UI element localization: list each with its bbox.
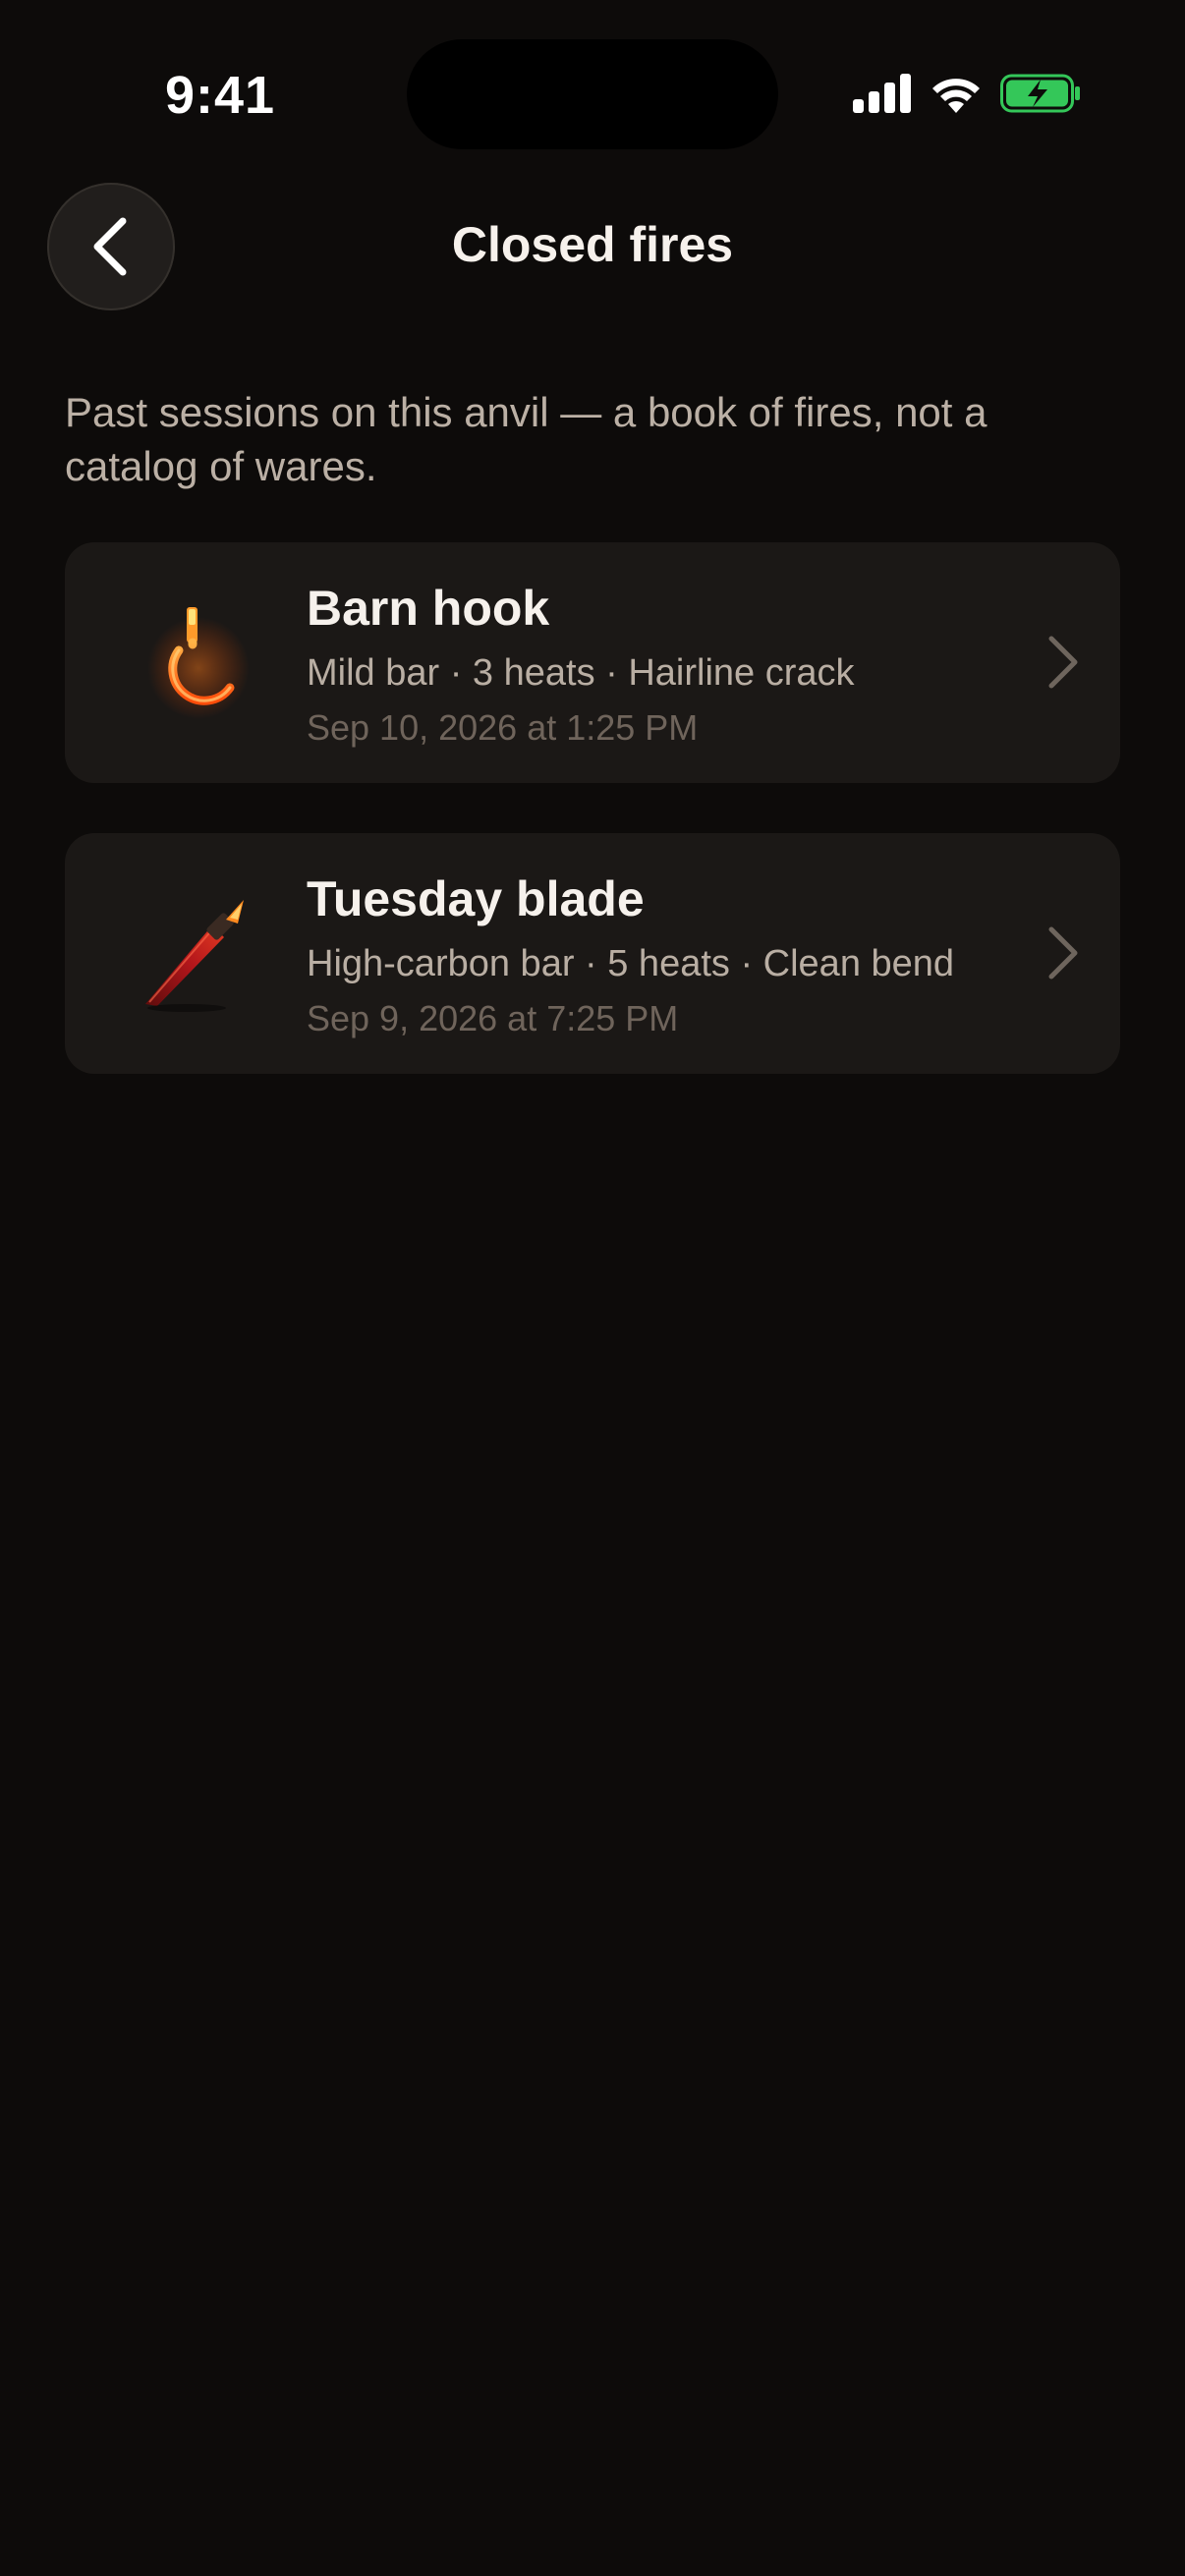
page-description: Past sessions on this anvil — a book of … (65, 389, 988, 489)
session-name: Tuesday blade (307, 871, 645, 926)
session-date: Sep 9, 2026 at 7:25 PM (307, 998, 679, 1038)
status-icons (853, 69, 1081, 118)
glowing-blade-icon (145, 900, 244, 1012)
battery-charging-icon (1000, 74, 1080, 113)
glowing-hook-icon (147, 607, 250, 719)
session-card-tuesday-blade[interactable]: Tuesday blade High-carbon bar · 5 heats … (65, 833, 1120, 1074)
status-time: 9:41 (165, 66, 276, 125)
cellular-signal-icon (853, 74, 911, 113)
session-meta: High-carbon bar · 5 heats · Clean bend (307, 943, 955, 984)
session-meta: Mild bar · 3 heats · Hairline crack (307, 652, 855, 694)
chevron-right-icon (1048, 926, 1078, 980)
status-bar: 9:41 (0, 0, 1185, 177)
session-card-barn-hook[interactable]: Barn hook Mild bar · 3 heats · Hairline … (65, 542, 1120, 783)
page-title: Closed fires (451, 217, 734, 272)
session-date: Sep 10, 2026 at 1:25 PM (307, 707, 699, 748)
session-name: Barn hook (307, 581, 550, 636)
closed-fires-screen: 9:41 Closed fires Past sessions on this … (0, 0, 1185, 2576)
chevron-right-icon (1048, 636, 1078, 689)
wifi-icon (932, 79, 980, 113)
dynamic-island (407, 39, 778, 149)
